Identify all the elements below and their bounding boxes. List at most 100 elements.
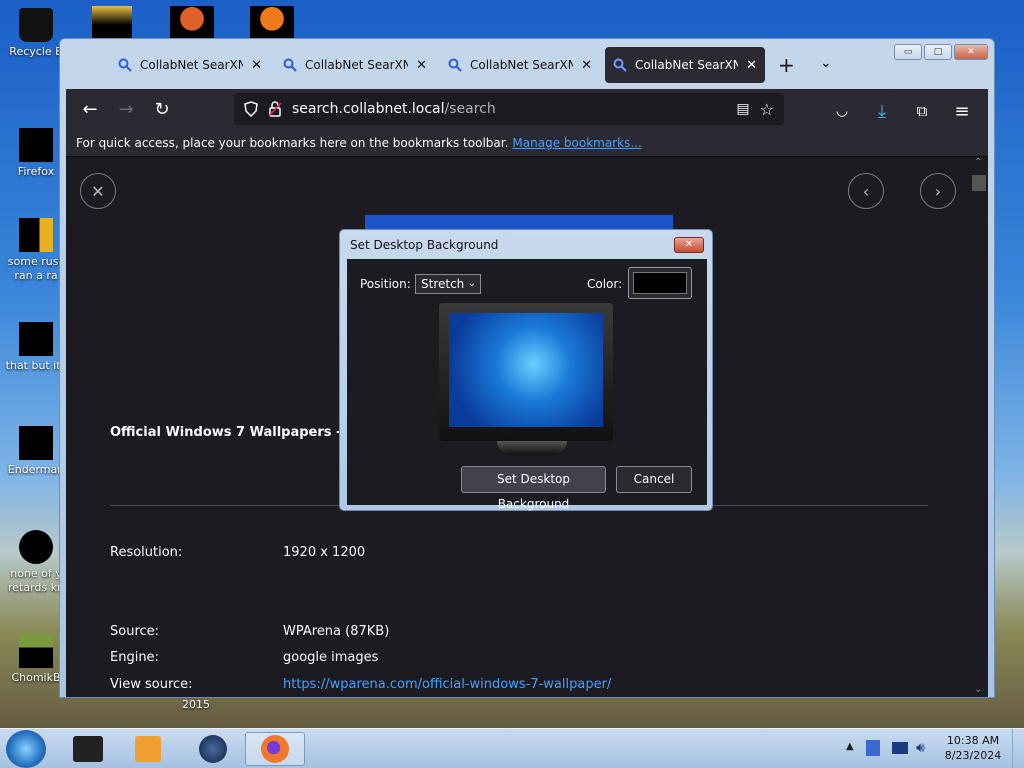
close-window-button[interactable]: ✕ [954,44,988,60]
show-desktop-button[interactable] [1012,729,1024,768]
clock-time: 10:38 AM [946,734,1000,747]
new-tab-button[interactable]: + [778,53,795,77]
source-label: Source: [110,624,160,639]
tab[interactable]: CollabNet SearXNG ✕ [440,47,600,83]
nav-bar: ← → ↻ search.collabnet.local/search ▤ ☆ … [66,89,988,129]
cancel-button[interactable]: Cancel [616,466,692,493]
previous-icon[interactable]: ‹ [848,173,884,209]
tab-bar: CollabNet SearXNG ✕ CollabNet SearXNG ✕ Co… [60,39,994,91]
close-icon[interactable]: ✕ [80,173,116,209]
next-icon[interactable]: › [920,173,956,209]
list-all-tabs-icon[interactable]: ⌄ [820,55,832,71]
forward-button[interactable]: → [108,91,144,127]
wallpaper-preview-image[interactable] [365,215,673,229]
tab-label: CollabNet SearXNG [470,58,574,72]
bookmark-star-icon[interactable]: ☆ [760,100,774,119]
taskbar: ▲ 🔊︎ 10:38 AM 8/23/2024 [0,728,1024,768]
file-icon [19,530,53,564]
media-player-icon [135,736,161,762]
set-desktop-background-dialog: Set Desktop Background ✕ Position: Stret… [339,229,713,511]
dialog-title: Set Desktop Background [350,238,499,252]
tab-label: CollabNet SearXNG [635,58,739,72]
file-icon [19,634,53,668]
firefox-icon [261,735,289,763]
resolution-label: Resolution: [110,545,183,560]
dialog-close-button[interactable]: ✕ [674,237,704,253]
toolbar-right: ◡ ⤓ ⧉ ≡ [824,93,980,129]
url-bar[interactable]: search.collabnet.local/search ▤ ☆ [234,93,784,125]
tab[interactable]: CollabNet SearXNG ✕ [110,47,270,83]
maximize-button[interactable]: □ [924,44,952,60]
globe-icon [199,735,227,763]
tab[interactable]: CollabNet SearXNG ✕ [275,47,435,83]
close-tab-icon[interactable]: ✕ [251,58,262,73]
shield-icon [244,101,258,117]
tray-icon-1[interactable] [866,740,880,756]
clock[interactable]: 10:38 AM 8/23/2024 [940,733,1006,763]
monitor-preview [439,303,613,441]
tab-label: CollabNet SearXNG [140,58,244,72]
chevron-down-icon: ⌄ [467,278,476,289]
reload-button[interactable]: ↻ [144,91,180,127]
tab-active[interactable]: CollabNet SearXNG ✕ [605,47,765,83]
pocket-icon[interactable]: ◡ [824,93,860,129]
taskbar-item-media-player[interactable] [120,732,176,766]
recycle-bin-icon [19,8,53,42]
source-value: WPArena (87KB) [283,624,390,639]
view-source-label: View source: [110,677,193,692]
file-icon [19,218,53,252]
preview-screen [449,313,603,427]
minimize-button[interactable]: ▭ [894,44,922,60]
taskbar-item-globe[interactable] [185,732,241,766]
tray-overflow-icon[interactable]: ▲ [846,741,854,752]
close-tab-icon[interactable]: ✕ [746,58,757,73]
menu-icon[interactable]: ≡ [944,93,980,129]
search-icon [283,58,297,72]
terminal-icon [73,736,103,762]
color-picker[interactable] [628,267,692,299]
close-tab-icon[interactable]: ✕ [416,58,427,73]
desktop-icon-top-1[interactable] [92,6,132,38]
back-button[interactable]: ← [72,91,108,127]
set-desktop-background-button[interactable]: Set Desktop Background [461,466,606,511]
result-title: Official Windows 7 Wallpapers - WP [110,425,370,440]
bookmarks-toolbar: For quick access, place your bookmarks h… [66,129,988,157]
taskbar-item-firefox[interactable] [245,732,305,766]
volume-icon[interactable]: 🔊︎ [916,740,925,756]
tab-label: CollabNet SearXNG [305,58,409,72]
search-icon [448,58,462,72]
clock-date: 8/23/2024 [944,749,1002,762]
scroll-thumb[interactable] [972,175,986,191]
view-source-link[interactable]: https://wparena.com/official-windows-7-w… [283,677,611,692]
firefox-icon [19,128,53,162]
downloads-icon[interactable]: ⤓ [864,93,900,129]
file-icon [19,322,53,356]
manage-bookmarks-link[interactable]: Manage bookmarks... [512,136,641,150]
search-icon [118,58,132,72]
desktop-icon-top-3[interactable] [250,6,294,38]
extensions-icon[interactable]: ⧉ [904,93,940,129]
search-icon [613,58,627,72]
engine-label: Engine: [110,650,159,665]
position-select[interactable]: Stretch ⌄ [415,274,481,294]
color-swatch [633,272,687,294]
position-label: Position: [360,277,411,291]
resolution-value: 1920 x 1200 [283,545,366,560]
monitor-stand [497,441,567,455]
bookmarks-hint: For quick access, place your bookmarks h… [76,135,509,150]
scroll-down-icon[interactable]: ⌄ [974,684,982,695]
dialog-body: Position: Stretch ⌄ Color: Set Desktop Ba… [347,259,707,511]
scroll-up-icon[interactable]: ⌃ [974,157,982,168]
desktop-icon-top-2[interactable] [170,6,214,38]
start-button[interactable] [6,730,46,768]
color-label: Color: [587,277,623,291]
network-icon[interactable] [892,742,908,754]
reader-view-icon[interactable]: ▤ [736,101,749,117]
taskbar-item-terminal[interactable] [60,732,116,766]
lock-icon [268,101,282,117]
file-icon [19,426,53,460]
window-controls: ▭ □ ✕ [894,44,988,60]
desktop-stray-label: 2015 [182,698,210,711]
scrollbar[interactable]: ⌃ ⌄ [971,157,988,697]
close-tab-icon[interactable]: ✕ [581,58,592,73]
